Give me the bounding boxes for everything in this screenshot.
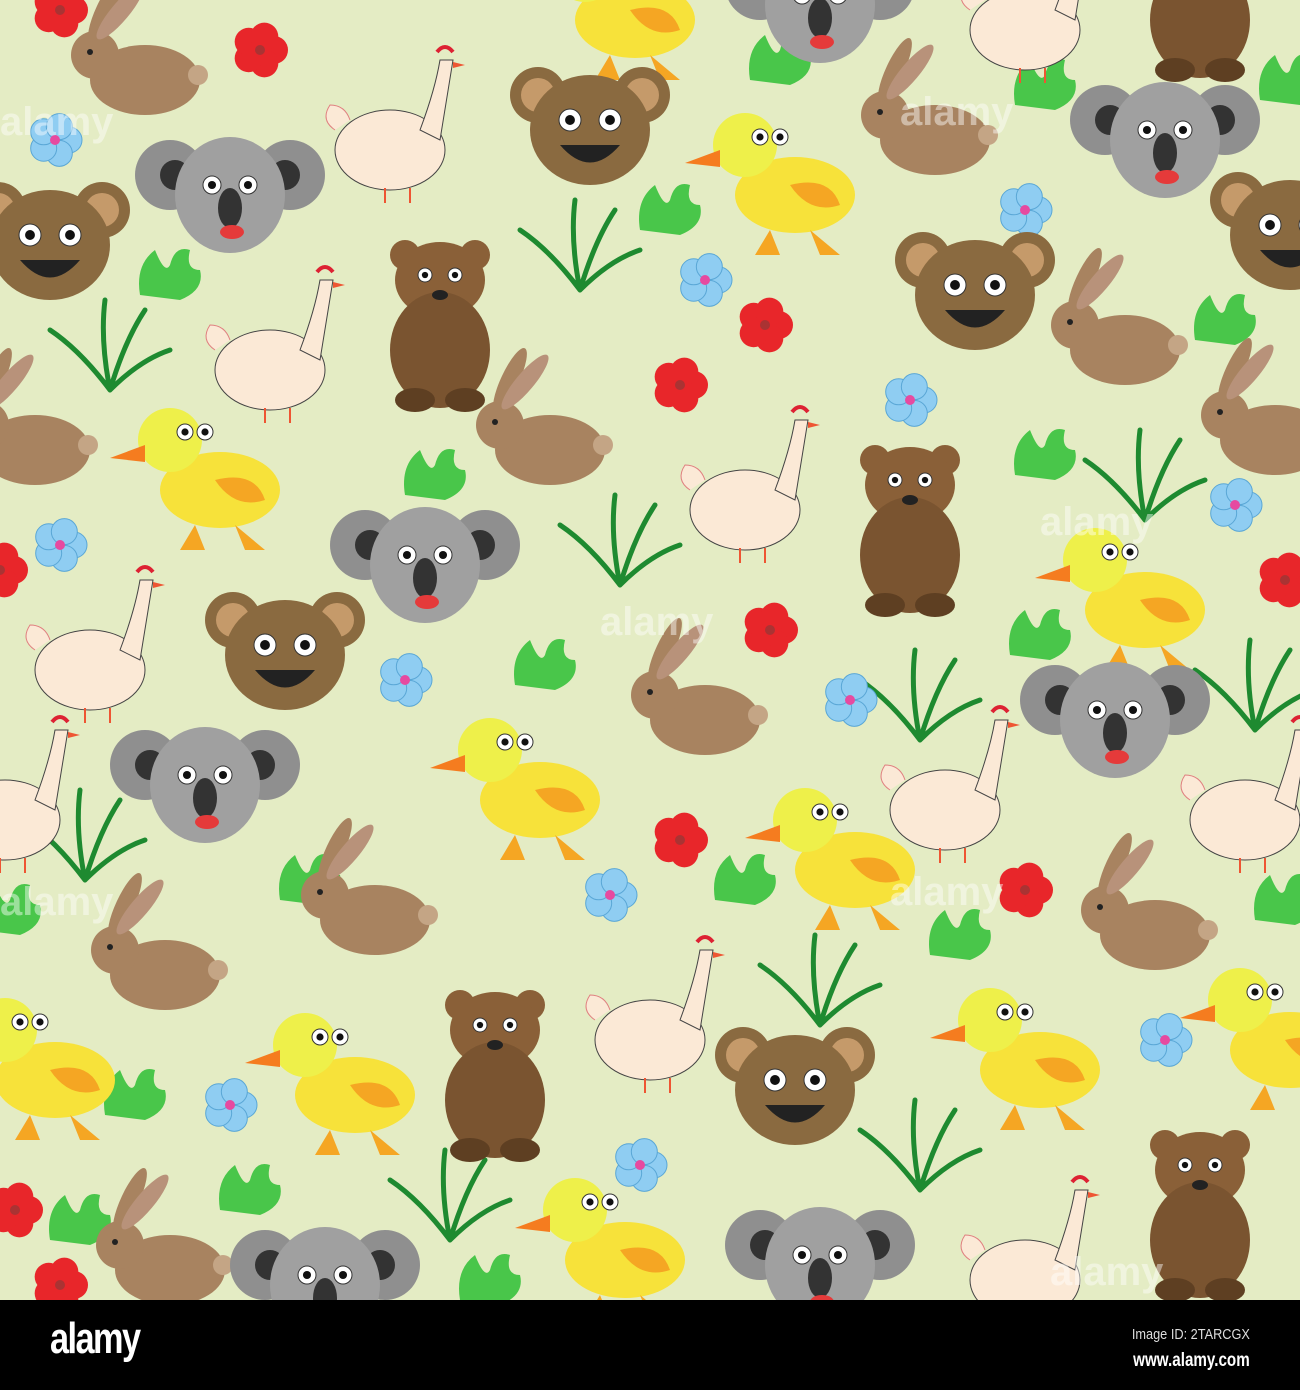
- duck-illustration: [245, 1013, 415, 1155]
- bear-illustration: [445, 990, 545, 1162]
- koala-illustration: [110, 727, 300, 843]
- bear-illustration: [860, 445, 960, 617]
- leaf-illustration: [404, 449, 466, 500]
- blueflower-illustration: [585, 868, 638, 922]
- duck-illustration: [573, 0, 695, 80]
- grass-illustration: [1192, 637, 1300, 733]
- redflower-illustration: [999, 862, 1053, 918]
- animal-pattern-illustration: alamy alamy alamy alamy alamy alamy alam…: [0, 0, 1300, 1343]
- mouse-illustration: [510, 67, 670, 185]
- blueflower-illustration: [205, 1078, 258, 1132]
- duck-illustration: [745, 788, 915, 930]
- rabbit-illustration: [96, 1168, 233, 1305]
- duck-illustration: [110, 408, 280, 550]
- chicken-illustration: [1180, 715, 1300, 873]
- koala-illustration: [230, 1227, 420, 1343]
- redflower-illustration: [234, 22, 288, 78]
- redflower-illustration: [654, 357, 708, 413]
- redflower-illustration: [654, 812, 708, 868]
- image-id: Image ID: 2TARCGX: [1131, 1326, 1250, 1343]
- koala-illustration: [135, 137, 325, 253]
- leaf-illustration: [1254, 874, 1300, 925]
- redflower-illustration: [34, 1257, 88, 1313]
- blueflower-illustration: [35, 518, 88, 572]
- grass-illustration: [557, 492, 683, 588]
- leaf-illustration: [1014, 429, 1076, 480]
- rabbit-illustration: [0, 348, 98, 485]
- grass-illustration: [387, 1147, 513, 1243]
- leaf-illustration: [0, 884, 41, 935]
- leaf-illustration: [929, 909, 991, 960]
- koala-illustration: [725, 1207, 915, 1323]
- chicken-illustration: [960, 1175, 1100, 1333]
- leaf-illustration: [1194, 294, 1256, 345]
- footer-bar: alamy Image ID: 2TARCGX www.alamy.com: [0, 1300, 1300, 1390]
- chicken-illustration: [680, 405, 820, 563]
- redflower-illustration: [744, 602, 798, 658]
- leaf-illustration: [514, 639, 576, 690]
- leaf-illustration: [459, 1254, 521, 1305]
- grass-illustration: [757, 932, 883, 1028]
- blueflower-illustration: [380, 653, 433, 707]
- duck-illustration: [685, 113, 855, 255]
- leaf-illustration: [139, 249, 201, 300]
- rabbit-illustration: [1201, 338, 1300, 475]
- grass-illustration: [47, 297, 173, 393]
- redflower-illustration: [1259, 552, 1300, 608]
- chicken-illustration: [205, 265, 345, 423]
- blueflower-illustration: [885, 373, 938, 427]
- mouse-illustration: [0, 182, 130, 300]
- duck-illustration: [515, 1178, 685, 1320]
- blueflower-illustration: [1140, 1013, 1193, 1067]
- site-url: www.alamy.com: [1133, 1350, 1250, 1371]
- rabbit-illustration: [301, 818, 438, 955]
- chicken-illustration: [880, 705, 1020, 863]
- rabbit-illustration: [91, 873, 228, 1010]
- leaf-illustration: [714, 854, 776, 905]
- leaf-illustration: [219, 1164, 281, 1215]
- mouse-illustration: [1210, 172, 1300, 290]
- chicken-illustration: [325, 45, 465, 203]
- leaf-illustration: [1259, 54, 1300, 105]
- mouse-illustration: [895, 232, 1055, 350]
- leaf-illustration: [1009, 609, 1071, 660]
- mouse-illustration: [205, 592, 365, 710]
- blueflower-illustration: [615, 1138, 668, 1192]
- grass-illustration: [857, 1097, 983, 1193]
- bear-illustration: [390, 240, 490, 412]
- mouse-illustration: [715, 1027, 875, 1145]
- grass-illustration: [517, 197, 643, 293]
- rabbit-illustration: [1051, 248, 1188, 385]
- pattern-canvas: [0, 0, 1300, 1343]
- koala-illustration: [1020, 662, 1210, 778]
- rabbit-illustration: [476, 348, 613, 485]
- chicken-illustration: [585, 935, 725, 1093]
- rabbit-illustration: [861, 38, 998, 175]
- redflower-illustration: [34, 0, 88, 38]
- redflower-illustration: [0, 542, 28, 598]
- redflower-illustration: [0, 1182, 43, 1238]
- leaf-illustration: [639, 184, 701, 235]
- blueflower-illustration: [680, 253, 733, 307]
- rabbit-illustration: [1081, 833, 1218, 970]
- blueflower-illustration: [1000, 183, 1053, 237]
- duck-illustration: [1180, 968, 1300, 1110]
- grass-illustration: [857, 647, 983, 743]
- chicken-illustration: [0, 715, 80, 873]
- chicken-illustration: [25, 565, 165, 723]
- rabbit-illustration: [71, 0, 208, 115]
- bear-illustration: [1150, 0, 1250, 82]
- bear-illustration: [1150, 1130, 1250, 1302]
- blueflower-illustration: [1210, 478, 1263, 532]
- blueflower-illustration: [30, 113, 83, 167]
- blueflower-illustration: [825, 673, 878, 727]
- duck-illustration: [0, 998, 115, 1140]
- redflower-illustration: [739, 297, 793, 353]
- grass-illustration: [1082, 427, 1208, 523]
- duck-illustration: [430, 718, 600, 860]
- alamy-logo: alamy: [50, 1314, 141, 1363]
